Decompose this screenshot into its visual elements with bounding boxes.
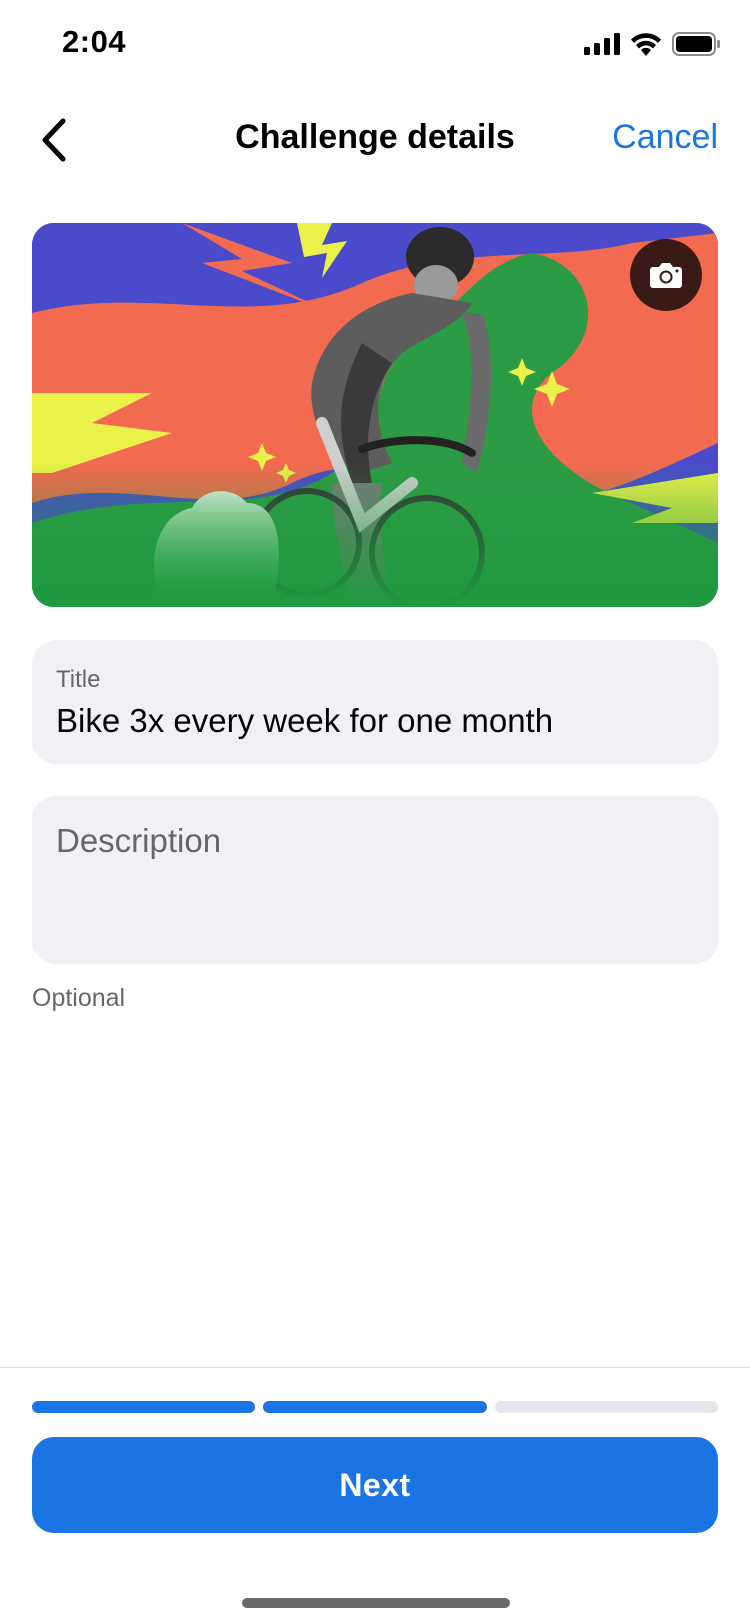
step-progress (32, 1401, 718, 1413)
progress-segment (263, 1401, 487, 1413)
nav-bar: Challenge details Cancel (0, 100, 750, 180)
title-label: Title (56, 666, 101, 693)
status-time: 2:04 (62, 24, 127, 59)
signal-icon (584, 33, 620, 55)
cancel-button[interactable]: Cancel (612, 118, 718, 157)
camera-icon (650, 263, 682, 288)
progress-segment (32, 1401, 256, 1413)
description-helper-text: Optional (32, 984, 126, 1012)
progress-segment (494, 1401, 718, 1413)
description-input[interactable]: Description (56, 822, 221, 860)
title-field[interactable]: Title Bike 3x every week for one month (32, 640, 718, 764)
status-icons (584, 32, 720, 56)
battery-icon (672, 32, 720, 56)
home-indicator (242, 1598, 510, 1608)
wifi-icon (631, 33, 661, 56)
description-field[interactable]: Description (32, 796, 718, 964)
change-photo-button[interactable] (630, 239, 702, 311)
title-input[interactable]: Bike 3x every week for one month (56, 702, 553, 740)
footer: Next (0, 1367, 750, 1624)
next-button[interactable]: Next (32, 1437, 718, 1533)
challenge-banner-image (32, 223, 718, 607)
status-bar: 2:04 (0, 0, 750, 90)
cyclist-illustration (32, 223, 718, 607)
